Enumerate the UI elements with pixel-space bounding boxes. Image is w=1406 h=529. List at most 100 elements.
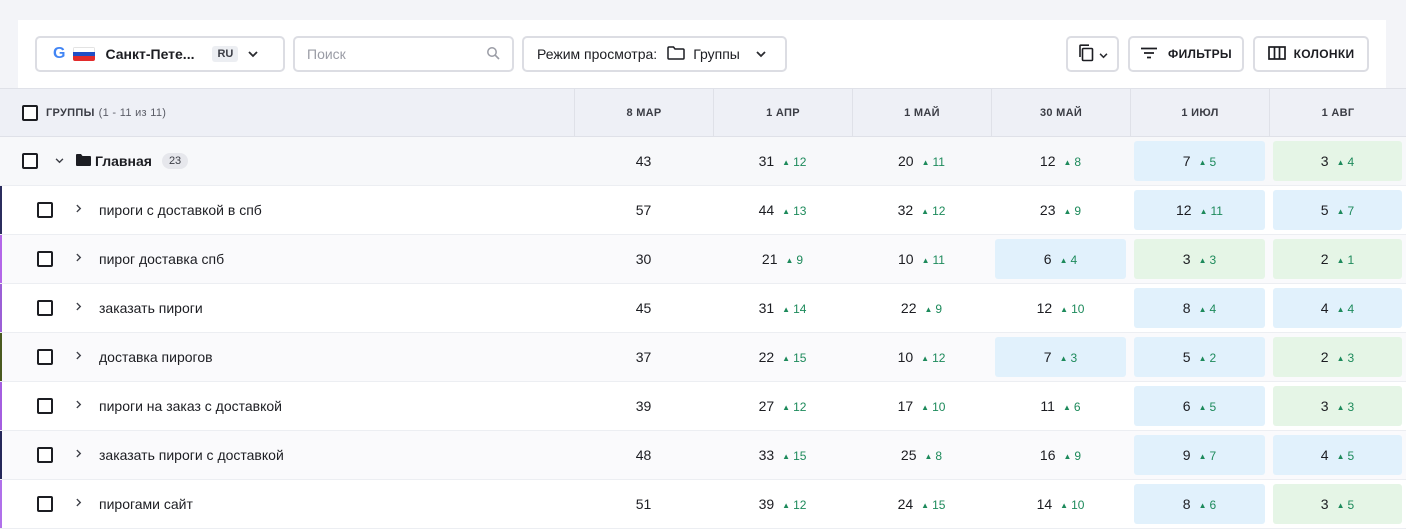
position-cell: 37 bbox=[574, 333, 713, 381]
group-row-main[interactable]: Главная 23 43 31 ▲ 12 20 ▲ 11 12 ▲ 8 7 ▲ 5 3 ▲ 4 bbox=[0, 137, 1406, 186]
delta-value: 11 bbox=[1210, 204, 1223, 218]
position-delta: ▲ 3 bbox=[1337, 400, 1355, 414]
row-checkbox[interactable] bbox=[37, 251, 53, 267]
position-delta: ▲ 11 bbox=[1200, 204, 1223, 218]
row-checkbox[interactable] bbox=[37, 496, 53, 512]
position-delta: ▲ 3 bbox=[1337, 351, 1355, 365]
row-checkbox[interactable] bbox=[37, 447, 53, 463]
cell-content: 25 ▲ 8 bbox=[901, 447, 942, 463]
view-mode-selector[interactable]: Режим просмотра: Группы bbox=[522, 36, 787, 72]
cell-content: 22 ▲ 9 bbox=[901, 300, 942, 316]
select-all-checkbox[interactable] bbox=[22, 105, 38, 121]
position-delta: ▲ 3 bbox=[1199, 253, 1217, 267]
chevron-down-icon[interactable] bbox=[52, 155, 66, 167]
position-cell: 33 ▲ 15 bbox=[713, 431, 852, 479]
arrow-up-icon: ▲ bbox=[1063, 207, 1072, 216]
row-checkbox[interactable] bbox=[22, 153, 38, 169]
arrow-up-icon: ▲ bbox=[782, 403, 791, 412]
position-cell: 16 ▲ 9 bbox=[991, 431, 1130, 479]
date-column-header[interactable]: 30 МАЙ bbox=[991, 89, 1130, 137]
row-checkbox[interactable] bbox=[37, 398, 53, 414]
group-row[interactable]: заказать пироги с доставкой 48 33 ▲ 15 25 ▲ 8 16… bbox=[0, 431, 1406, 480]
date-column-header[interactable]: 1 МАЙ bbox=[852, 89, 991, 137]
position-delta: ▲ 10 bbox=[1060, 498, 1084, 512]
search-box[interactable] bbox=[293, 36, 514, 72]
chevron-right-icon[interactable] bbox=[72, 253, 86, 265]
arrow-up-icon: ▲ bbox=[1198, 501, 1207, 510]
arrow-up-icon: ▲ bbox=[1198, 305, 1207, 314]
search-input[interactable] bbox=[307, 46, 467, 62]
group-row-label: заказать пироги bbox=[0, 284, 574, 332]
group-column-header: ГРУППЫ (1 - 11 из 11) bbox=[0, 89, 574, 137]
delta-value: 4 bbox=[1070, 253, 1078, 267]
group-row[interactable]: пирогами сайт 51 39 ▲ 12 24 ▲ 15 14 ▲ 10 8 ▲ 6 3 ▲ 5 bbox=[0, 480, 1406, 529]
group-header-label: ГРУППЫ bbox=[46, 107, 95, 119]
position-value: 8 bbox=[1182, 496, 1191, 512]
arrow-up-icon: ▲ bbox=[924, 452, 933, 461]
position-delta: ▲ 12 bbox=[921, 204, 945, 218]
row-checkbox[interactable] bbox=[37, 202, 53, 218]
position-delta: ▲ 15 bbox=[921, 498, 945, 512]
position-value: 9 bbox=[1182, 447, 1191, 463]
position-value: 51 bbox=[635, 496, 652, 512]
cell-content: 2 ▲ 3 bbox=[1321, 349, 1354, 365]
delta-value: 10 bbox=[1071, 498, 1085, 512]
cell-content: 8 ▲ 6 bbox=[1183, 496, 1216, 512]
position-delta: ▲ 14 bbox=[782, 302, 806, 316]
position-value: 6 bbox=[1182, 398, 1191, 414]
date-column-header[interactable]: 1 ИЮЛ bbox=[1130, 89, 1269, 137]
date-column-header[interactable]: 1 АПР bbox=[713, 89, 852, 137]
group-row[interactable]: заказать пироги 45 31 ▲ 14 22 ▲ 9 12 ▲ 10 8 ▲ 4 4 ▲ 4 bbox=[0, 284, 1406, 333]
copy-button[interactable] bbox=[1066, 36, 1119, 72]
row-checkbox[interactable] bbox=[37, 349, 53, 365]
position-delta: ▲ 7 bbox=[1337, 204, 1355, 218]
chevron-right-icon[interactable] bbox=[72, 302, 86, 314]
delta-value: 10 bbox=[932, 400, 946, 414]
region-selector[interactable]: G Санкт-Пете... RU bbox=[35, 36, 285, 72]
group-row[interactable]: доставка пирогов 37 22 ▲ 15 10 ▲ 12 7 ▲ 3 5 ▲ 2 2 ▲ 3 bbox=[0, 333, 1406, 382]
chevron-right-icon[interactable] bbox=[72, 449, 86, 461]
position-value: 11 bbox=[1040, 398, 1055, 414]
delta-value: 12 bbox=[793, 400, 807, 414]
search-icon[interactable] bbox=[486, 46, 500, 63]
group-count: (1 - 11 из 11) bbox=[98, 107, 167, 119]
position-value: 8 bbox=[1182, 300, 1191, 316]
date-column-header[interactable]: 8 МАР bbox=[574, 89, 713, 137]
cell-content: 2 ▲ 1 bbox=[1321, 251, 1354, 267]
cell-content: 33 ▲ 15 bbox=[759, 447, 807, 463]
arrow-up-icon: ▲ bbox=[782, 305, 791, 314]
position-cell: 3 ▲ 3 bbox=[1269, 382, 1406, 430]
delta-value: 5 bbox=[1209, 400, 1217, 414]
position-cell: 10 ▲ 11 bbox=[852, 235, 991, 283]
position-delta: ▲ 5 bbox=[1199, 400, 1217, 414]
arrow-up-icon: ▲ bbox=[785, 256, 794, 265]
position-cell: 57 bbox=[574, 186, 713, 234]
delta-value: 14 bbox=[793, 302, 807, 316]
position-value: 2 bbox=[1320, 251, 1329, 267]
position-value: 12 bbox=[1176, 202, 1192, 218]
position-value: 3 bbox=[1320, 398, 1329, 414]
cell-content: 9 ▲ 7 bbox=[1183, 447, 1216, 463]
row-checkbox[interactable] bbox=[37, 300, 53, 316]
delta-value: 5 bbox=[1347, 449, 1355, 463]
folder-icon bbox=[76, 153, 95, 169]
cell-content: 11 ▲ 6 bbox=[1040, 398, 1080, 414]
cell-content: 5 ▲ 7 bbox=[1321, 202, 1354, 218]
filters-button[interactable]: ФИЛЬТРЫ bbox=[1128, 36, 1244, 72]
arrow-up-icon: ▲ bbox=[782, 207, 791, 216]
delta-value: 6 bbox=[1073, 400, 1081, 414]
position-cell: 30 bbox=[574, 235, 713, 283]
group-row[interactable]: пироги с доставкой в спб 57 44 ▲ 13 32 ▲ 12 23 ▲ 9… bbox=[0, 186, 1406, 235]
delta-value: 2 bbox=[1209, 351, 1217, 365]
group-row[interactable]: пирог доставка спб 30 21 ▲ 9 10 ▲ 11 6 ▲ 4 3 ▲ 3 2 ▲ 1 bbox=[0, 235, 1406, 284]
position-delta: ▲ 5 bbox=[1199, 155, 1217, 169]
cell-content: 44 ▲ 13 bbox=[759, 202, 807, 218]
chevron-right-icon[interactable] bbox=[72, 204, 86, 216]
date-column-header[interactable]: 1 АВГ bbox=[1269, 89, 1406, 137]
chevron-right-icon[interactable] bbox=[72, 351, 86, 363]
chevron-right-icon[interactable] bbox=[72, 400, 86, 412]
chevron-right-icon[interactable] bbox=[72, 498, 86, 510]
columns-button[interactable]: КОЛОНКИ bbox=[1253, 36, 1369, 72]
position-value: 10 bbox=[897, 349, 914, 365]
group-row[interactable]: пироги на заказ с доставкой 39 27 ▲ 12 17 ▲ 10 1… bbox=[0, 382, 1406, 431]
